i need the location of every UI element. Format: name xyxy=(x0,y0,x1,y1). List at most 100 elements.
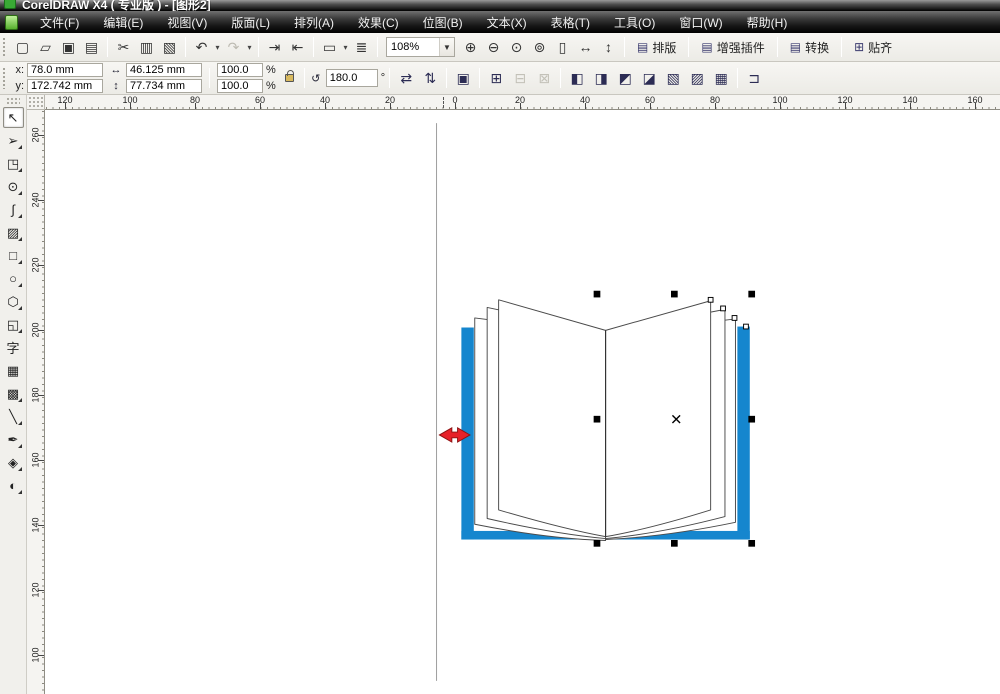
eyedropper-tool[interactable]: ╲ xyxy=(3,406,24,427)
hruler-tick xyxy=(65,103,66,109)
toolbar-grip[interactable] xyxy=(2,37,7,57)
copy-button[interactable]: ▥ xyxy=(135,36,158,58)
chevron-down-icon[interactable]: ▼ xyxy=(439,38,454,56)
handle-top-right[interactable] xyxy=(748,291,755,298)
freehand-tool[interactable]: ∫ xyxy=(3,199,24,220)
trim-button[interactable]: ◨ xyxy=(589,66,613,90)
open-button[interactable]: ▱ xyxy=(34,36,57,58)
menu-item-file[interactable]: 文件(F) xyxy=(28,12,91,33)
typesetting-label: 排版 xyxy=(652,39,676,56)
zoom-to-page-button[interactable]: ▯ xyxy=(551,36,574,58)
ruler-origin-corner[interactable] xyxy=(27,95,45,110)
zoom-to-all-objects-button[interactable]: ⊚ xyxy=(528,36,551,58)
shape-tool[interactable]: ➢ xyxy=(3,130,24,151)
new-document-button[interactable]: ▢ xyxy=(11,36,34,58)
zoom-to-selection-button[interactable]: ⊙ xyxy=(505,36,528,58)
zoom-out-button[interactable]: ⊖ xyxy=(482,36,505,58)
menu-item-help[interactable]: 帮助(H) xyxy=(735,12,800,33)
menu-item-bitmaps[interactable]: 位图(B) xyxy=(411,12,475,33)
table-tool[interactable]: ▦ xyxy=(3,360,24,381)
object-width-field[interactable] xyxy=(126,63,202,77)
cut-button[interactable]: ✂ xyxy=(112,36,135,58)
ruler-page-mark xyxy=(443,97,444,108)
mirror-horizontal-button[interactable]: ⇄ xyxy=(394,66,418,90)
menu-item-text[interactable]: 文本(X) xyxy=(475,12,539,33)
zoom-level-input[interactable] xyxy=(387,38,439,56)
menu-item-layout[interactable]: 版面(L) xyxy=(219,12,282,33)
handle-middle-right[interactable] xyxy=(748,416,755,423)
save-button[interactable]: ▣ xyxy=(57,36,80,58)
export-button[interactable]: ⇤ xyxy=(286,36,309,58)
zoom-tool[interactable]: ⊙ xyxy=(3,176,24,197)
import-button[interactable]: ⇥ xyxy=(263,36,286,58)
text-tool[interactable]: 字 xyxy=(3,337,24,358)
interactive-blend-tool[interactable]: ▩ xyxy=(3,383,24,404)
chevron-down-icon[interactable]: ▾ xyxy=(341,43,350,52)
ellipse-tool[interactable]: ○ xyxy=(3,268,24,289)
handle-top-middle[interactable] xyxy=(671,291,678,298)
polygon-tool[interactable]: ⬡ xyxy=(3,291,24,312)
group-button[interactable]: ⊞ xyxy=(484,66,508,90)
enhancement-plugins-icon: ▤ xyxy=(701,40,712,54)
convert-button[interactable]: ▤转换 xyxy=(782,36,837,59)
snap-button[interactable]: ⊞贴齐 xyxy=(846,36,900,59)
property-bar-grip[interactable] xyxy=(2,67,7,89)
toolbox-grip[interactable] xyxy=(6,97,20,105)
enhancement-plugins-button[interactable]: ▤增强插件 xyxy=(693,36,772,59)
zoom-in-button[interactable]: ⊕ xyxy=(459,36,482,58)
crop-tool[interactable]: ◳ xyxy=(3,153,24,174)
book-drawing[interactable] xyxy=(461,300,749,541)
rotation-angle-field[interactable] xyxy=(326,69,378,87)
menu-item-table[interactable]: 表格(T) xyxy=(539,12,602,33)
horizontal-ruler[interactable]: 12010080604020020406080100120140160 xyxy=(45,95,1000,110)
back-minus-front-button[interactable]: ▨ xyxy=(685,66,709,90)
menu-item-window[interactable]: 窗口(W) xyxy=(667,12,734,33)
scale-x-field[interactable] xyxy=(217,63,263,77)
handle-top-left[interactable] xyxy=(594,291,601,298)
application-launcher-button[interactable]: ▭ xyxy=(318,36,341,58)
x-position-field[interactable] xyxy=(27,63,103,77)
mirror-vertical-button[interactable]: ⇅ xyxy=(418,66,442,90)
handle-middle-left[interactable] xyxy=(594,416,601,423)
paste-button[interactable]: ▧ xyxy=(158,36,181,58)
options-button[interactable]: ≣ xyxy=(350,36,373,58)
handle-bottom-left[interactable] xyxy=(594,540,601,547)
fill-tool[interactable]: ◈ xyxy=(3,452,24,473)
intersect-button[interactable]: ◩ xyxy=(613,66,637,90)
chevron-down-icon[interactable]: ▾ xyxy=(213,43,222,52)
object-height-field[interactable] xyxy=(126,79,202,93)
handle-bottom-right[interactable] xyxy=(748,540,755,547)
menu-item-view[interactable]: 视图(V) xyxy=(155,12,219,33)
zoom-to-page-width-button[interactable]: ↔ xyxy=(574,36,597,58)
basic-shapes-tool[interactable]: ◱ xyxy=(3,314,24,335)
lock-ratio-icon[interactable] xyxy=(285,74,294,82)
y-position-field[interactable] xyxy=(27,79,103,93)
combine-button[interactable]: ▣ xyxy=(451,66,475,90)
drawing-canvas[interactable] xyxy=(45,110,1000,694)
interactive-fill-tool[interactable]: ◐ xyxy=(3,475,24,496)
title-bar: CorelDRAW X4 ( 专业版 ) - [图形2] xyxy=(0,0,1000,11)
menu-item-arrange[interactable]: 排列(A) xyxy=(282,12,346,33)
print-button[interactable]: ▤ xyxy=(80,36,103,58)
simplify-button[interactable]: ◪ xyxy=(637,66,661,90)
zoom-to-page-height-button[interactable]: ↕ xyxy=(597,36,620,58)
zoom-level-combo[interactable]: ▼ xyxy=(386,37,455,57)
vertical-ruler[interactable]: 260240220200180160140120100 xyxy=(27,110,45,694)
hruler-tick xyxy=(520,103,521,109)
scale-y-field[interactable] xyxy=(217,79,263,93)
rectangle-tool[interactable]: □ xyxy=(3,245,24,266)
weld-button[interactable]: ◧ xyxy=(565,66,589,90)
convert-to-curves-button[interactable]: ⊐ xyxy=(742,66,766,90)
smart-fill-tool[interactable]: ▨ xyxy=(3,222,24,243)
pick-tool[interactable]: ↖ xyxy=(3,107,24,128)
undo-button[interactable]: ↶ xyxy=(190,36,213,58)
vruler-tick xyxy=(38,590,44,591)
handle-bottom-middle[interactable] xyxy=(671,540,678,547)
menu-item-edit[interactable]: 编辑(E) xyxy=(91,12,155,33)
outline-pen-tool[interactable]: ✒ xyxy=(3,429,24,450)
typesetting-button[interactable]: ▤排版 xyxy=(629,36,684,59)
menu-item-effects[interactable]: 效果(C) xyxy=(346,12,411,33)
create-boundary-button[interactable]: ▦ xyxy=(709,66,733,90)
front-minus-back-button[interactable]: ▧ xyxy=(661,66,685,90)
menu-item-tools[interactable]: 工具(O) xyxy=(602,12,667,33)
